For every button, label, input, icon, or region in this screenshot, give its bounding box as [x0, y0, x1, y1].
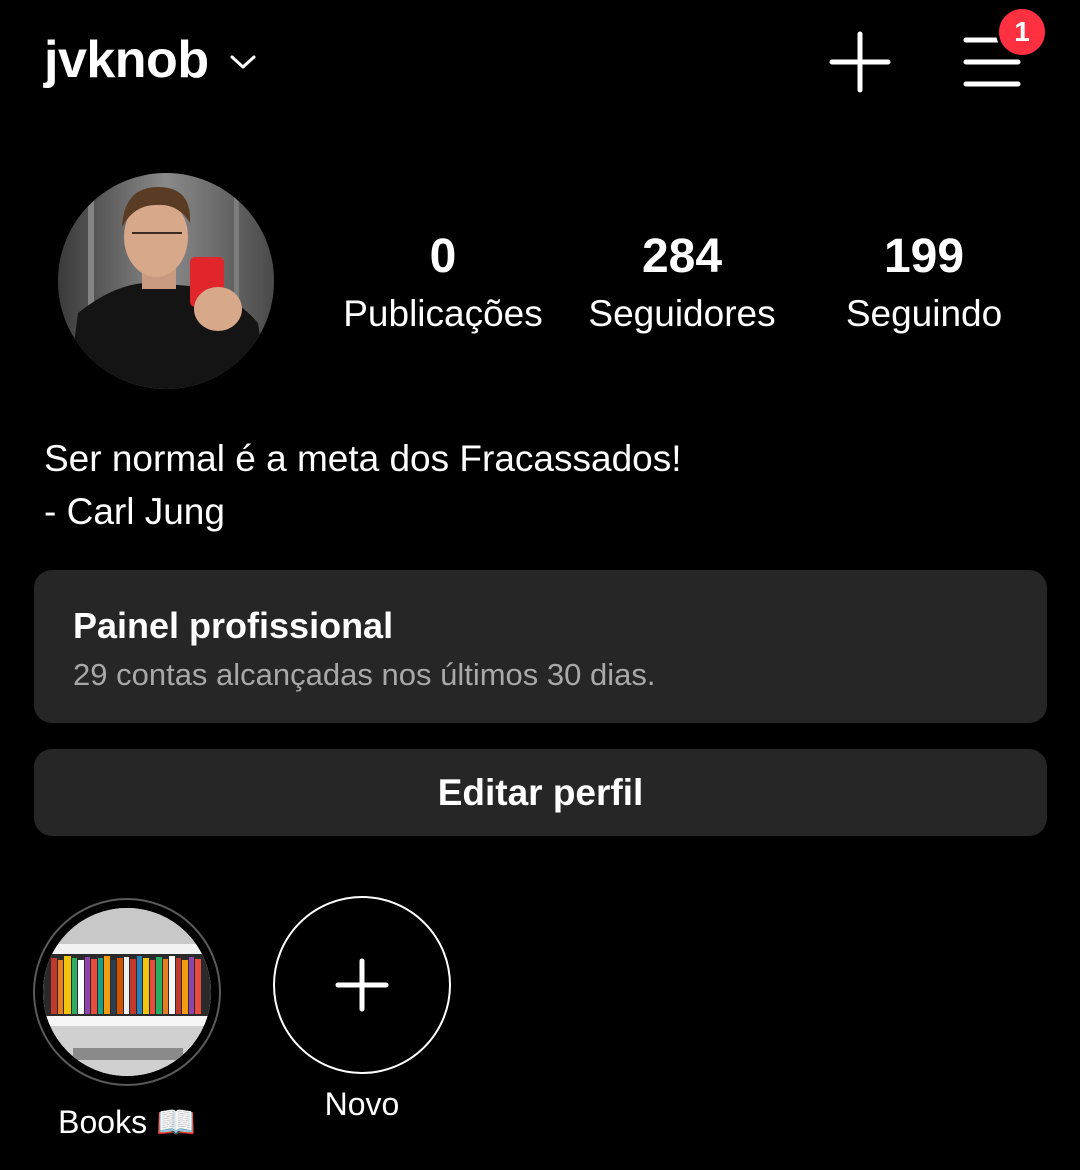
edit-profile-button[interactable]: Editar perfil: [34, 749, 1047, 836]
plus-icon: [335, 958, 389, 1012]
avatar[interactable]: [58, 173, 274, 389]
chevron-down-icon: [230, 55, 256, 69]
following-count: 199: [883, 230, 965, 283]
posts-label: Publicações: [343, 293, 543, 334]
bookshelf-image: [43, 908, 211, 1076]
bio-line: - Carl Jung: [44, 491, 225, 532]
followers-stat[interactable]: 284 Seguidores: [564, 228, 800, 342]
professional-dashboard-subtitle: 29 contas alcançadas nos últimos 30 dias…: [73, 657, 656, 692]
posts-count: 0: [429, 230, 457, 283]
plus-icon[interactable]: [826, 28, 894, 96]
account-switcher[interactable]: jvknob: [44, 28, 257, 92]
following-stat[interactable]: 199 Seguindo: [824, 228, 1024, 342]
following-label: Seguindo: [845, 293, 1003, 334]
highlight-books[interactable]: Books 📖: [31, 898, 223, 1142]
new-highlight-button[interactable]: Novo: [272, 896, 452, 1124]
profile-photo: [58, 173, 274, 389]
notification-badge: 1: [996, 6, 1048, 58]
highlight-label: Novo: [324, 1086, 400, 1122]
profile-header: jvknob 1: [0, 0, 1080, 130]
followers-count: 284: [641, 230, 723, 283]
posts-stat[interactable]: 0 Publicações: [320, 228, 566, 342]
highlight-label: Books 📖: [58, 1104, 196, 1140]
highlight-ring: [33, 898, 221, 1086]
followers-label: Seguidores: [588, 293, 776, 334]
highlight-cover: [43, 908, 211, 1076]
professional-dashboard-card[interactable]: Painel profissional 29 contas alcançadas…: [34, 570, 1047, 723]
bio-line: Ser normal é a meta dos Fracassados!: [44, 438, 682, 479]
username: jvknob: [44, 31, 209, 89]
profile-stats: 0 Publicações 284 Seguidores 199 Seguind…: [320, 228, 1040, 348]
professional-dashboard-title: Painel profissional: [73, 605, 394, 646]
bio: Ser normal é a meta dos Fracassados! - C…: [44, 432, 682, 538]
new-highlight-circle: [273, 896, 451, 1074]
